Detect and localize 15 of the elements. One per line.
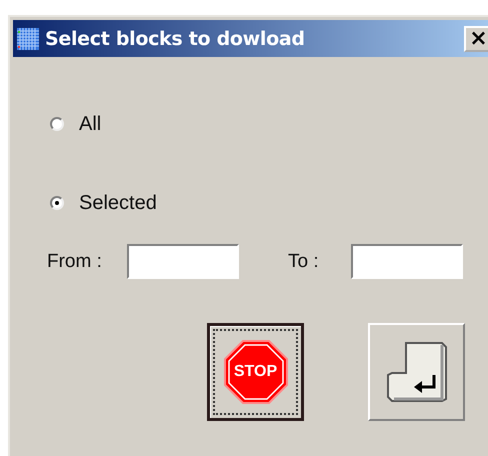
radio-label[interactable]: Selected	[79, 192, 157, 214]
radio-label[interactable]: All	[79, 112, 102, 136]
input-field[interactable]	[127, 244, 239, 279]
grid-icon	[17, 28, 39, 50]
field-label: From :	[47, 250, 103, 272]
field-label: To :	[288, 250, 320, 272]
stop-sign-icon: STOP	[224, 340, 288, 404]
stop-button[interactable]: STOP	[207, 323, 304, 421]
window-title: Select blocks to dowload	[45, 28, 306, 50]
input-field[interactable]	[351, 244, 463, 279]
radio-button[interactable]	[50, 196, 64, 210]
radio-button[interactable]	[50, 117, 64, 131]
enter-key-icon	[386, 341, 448, 403]
enter-button[interactable]	[368, 323, 465, 421]
close-button[interactable]: ×	[464, 26, 488, 52]
